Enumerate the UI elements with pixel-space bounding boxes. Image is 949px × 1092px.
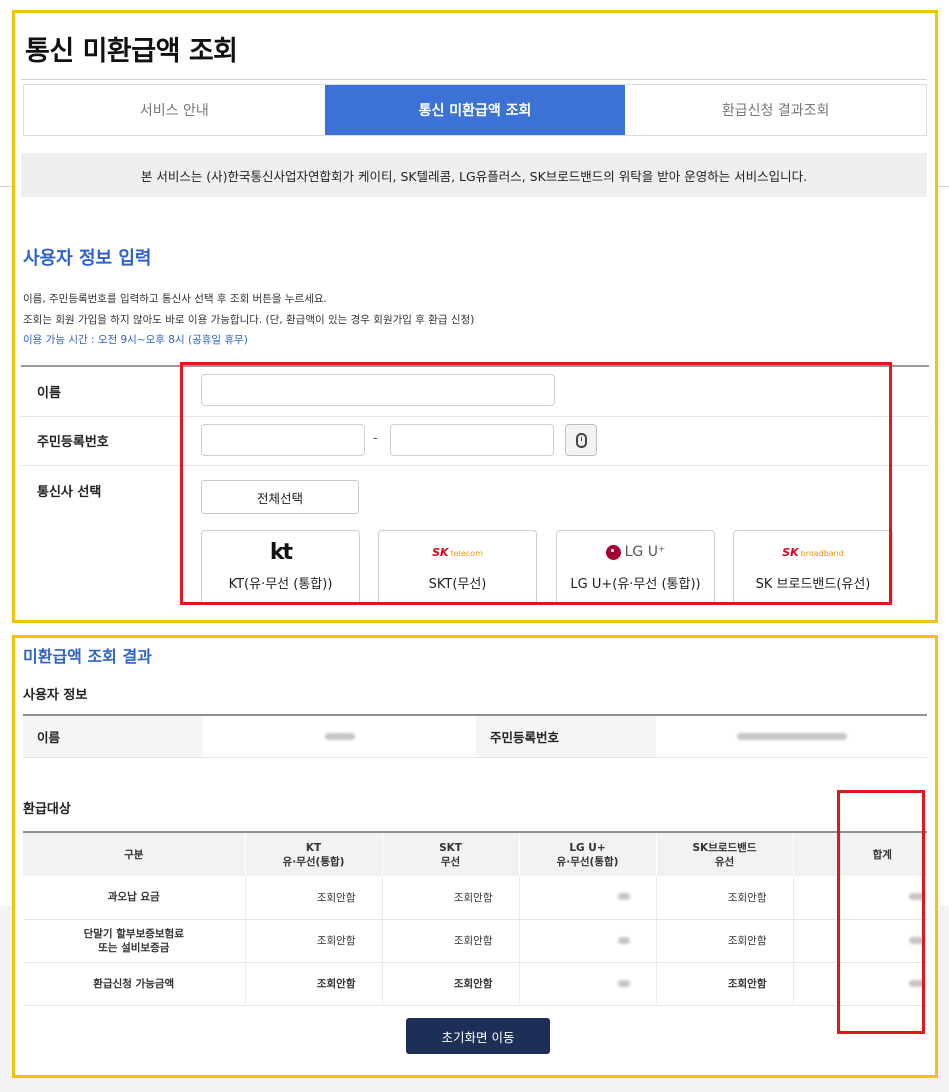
column-header: [793, 831, 838, 876]
tab-refund-lookup[interactable]: 통신 미환급액 조회: [324, 85, 626, 135]
tab-refund-result[interactable]: 환급신청 결과조회: [625, 85, 927, 135]
page-title: 통신 미환급액 조회: [25, 36, 238, 67]
result-rrn-label: 주민등록번호: [476, 716, 656, 757]
cell-lgu: [519, 876, 657, 920]
lookup-panel: 통신 미환급액 조회 서비스 안내 통신 미환급액 조회 환급신청 결과조회 본…: [12, 10, 938, 623]
column-header: KT 유·무선(통합): [245, 831, 383, 876]
cell-skt: 조회안함: [382, 919, 520, 963]
cell-kt: 조회안함: [245, 962, 383, 1006]
cell-lgu: [519, 919, 657, 963]
table-row: 단말기 할부보증보험료 또는 설비보증금 조회안함 조회안함 조회안함: [23, 919, 927, 963]
row-category: 과오납 요금: [23, 876, 246, 920]
cell-empty: [793, 962, 838, 1006]
guide-text: 조회는 회원 가입을 하지 않아도 바로 이용 가능합니다. (단, 환급액이 …: [23, 314, 475, 326]
cell-skb: 조회안함: [656, 962, 794, 1006]
rrn-label: 주민등록번호: [37, 435, 109, 450]
user-info-heading: 사용자 정보: [23, 688, 88, 703]
service-notice: 본 서비스는 (사)한국통신사업자연합회가 케이티, SK텔레콤, LG유플러스…: [21, 153, 927, 197]
available-hours-text: 이용 가능 시간 : 오전 9시~오후 8시 (공휴일 휴무): [23, 334, 248, 346]
cell-skt: 조회안함: [382, 876, 520, 920]
title-divider: [21, 79, 927, 80]
highlight-box-total: [837, 790, 925, 1034]
cell-skb: 조회안함: [656, 876, 794, 920]
table-row: 환급신청 가능금액 조회안함 조회안함 조회안함: [23, 962, 927, 1006]
column-header: LG U+ 유·무선(통합): [519, 831, 657, 876]
result-name-value: [203, 716, 476, 757]
result-name-label: 이름: [23, 716, 203, 757]
cell-kt: 조회안함: [245, 876, 383, 920]
column-header: 구분: [23, 831, 246, 876]
user-input-title: 사용자 정보 입력: [23, 248, 152, 269]
masked-name: [324, 733, 355, 740]
masked-rrn: [736, 733, 847, 740]
name-label: 이름: [37, 386, 61, 401]
cell-skb: 조회안함: [656, 919, 794, 963]
tab-bar: 서비스 안내 통신 미환급액 조회 환급신청 결과조회: [23, 84, 927, 136]
cell-lgu: [519, 962, 657, 1006]
cell-empty: [793, 919, 838, 963]
cell-kt: 조회안함: [245, 919, 383, 963]
go-home-button[interactable]: 초기화면 이동: [406, 1018, 550, 1054]
refund-table: 구분 KT 유·무선(통합) SKT 무선 LG U+ 유·무선(통합) SK브로드밴…: [23, 831, 927, 1006]
result-panel: 미환급액 조회 결과 사용자 정보 이름 주민등록번호 환급대상 구분 KT 유·…: [12, 635, 938, 1078]
tab-service-guide[interactable]: 서비스 안내: [24, 85, 325, 135]
row-category: 환급신청 가능금액: [23, 962, 246, 1006]
column-header: SKT 무선: [382, 831, 520, 876]
highlight-box-input: [180, 362, 892, 605]
user-info-row: 이름 주민등록번호: [23, 716, 927, 758]
guide-text: 이름, 주민등록번호를 입력하고 통신사 선택 후 조회 버튼을 누르세요.: [23, 293, 327, 305]
table-header-row: 구분 KT 유·무선(통합) SKT 무선 LG U+ 유·무선(통합) SK브로드밴…: [23, 831, 927, 876]
refund-heading: 환급대상: [23, 802, 71, 817]
carrier-label: 통신사 선택: [37, 485, 102, 500]
row-category: 단말기 할부보증보험료 또는 설비보증금: [23, 919, 246, 963]
cell-skt: 조회안함: [382, 962, 520, 1006]
column-header: SK브로드밴드 유선: [656, 831, 794, 876]
cell-empty: [793, 876, 838, 920]
table-row: 과오납 요금 조회안함 조회안함 조회안함: [23, 876, 927, 920]
result-title: 미환급액 조회 결과: [23, 647, 152, 666]
result-rrn-value: [656, 716, 927, 757]
